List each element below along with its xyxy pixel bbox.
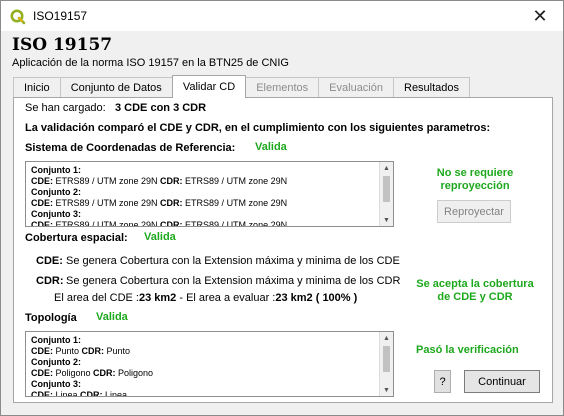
list-item-cde-label: CDE: [31, 176, 53, 186]
list-item-values: CDE: Punto CDR: Punto [31, 346, 376, 357]
loaded-value: 3 CDE con 3 CDR [115, 102, 207, 114]
topology-note: Pasó la verificación [416, 344, 519, 356]
window-title: ISO19157 [33, 9, 88, 23]
continue-button[interactable]: Continuar [464, 370, 540, 393]
list-item-cde: ETRS89 / UTM zone 29N [53, 220, 161, 227]
list-item-set: Conjunto 2: [31, 187, 81, 197]
scroll-up-icon[interactable]: ▲ [380, 162, 393, 174]
crs-status: Valida [255, 141, 287, 153]
topology-scrollbar[interactable]: ▲ ▼ [379, 332, 393, 396]
coverage-note-line1: Se acepta la cobertura [416, 278, 534, 290]
tab-conjunto-de-datos[interactable]: Conjunto de Datos [59, 77, 173, 98]
validation-panel: Se han cargado: 3 CDE con 3 CDR La valid… [13, 97, 553, 403]
list-item-cde: ETRS89 / UTM zone 29N [53, 198, 161, 208]
close-button[interactable]: ✕ [517, 1, 563, 31]
list-item-values: CDE: ETRS89 / UTM zone 29N CDR: ETRS89 /… [31, 220, 376, 227]
list-item-cde: ETRS89 / UTM zone 29N [53, 176, 161, 186]
crs-list[interactable]: Conjunto 1: CDE: ETRS89 / UTM zone 29N CD… [25, 161, 394, 227]
page-title: ISO 19157 [12, 35, 113, 55]
scroll-down-icon[interactable]: ▼ [380, 384, 393, 396]
tab-evaluacion: Evaluación [318, 77, 394, 98]
validation-summary: La validación comparó el CDE y CDR, en e… [25, 122, 491, 134]
topology-status: Valida [96, 311, 128, 323]
tab-bar: Inicio Conjunto de Datos Validar CD Elem… [13, 75, 471, 98]
list-item-cde: Linea [53, 390, 81, 397]
title-bar: ISO19157 ✕ [1, 1, 563, 31]
list-item-cdr: ETRS89 / UTM zone 29N [182, 198, 288, 208]
coverage-status: Valida [144, 231, 176, 243]
list-item-cde: Punto [53, 346, 82, 356]
list-item-cdr: ETRS89 / UTM zone 29N [182, 176, 288, 186]
list-item-cdr-label: CDR: [93, 368, 116, 378]
tab-resultados[interactable]: Resultados [393, 77, 471, 98]
list-item-cdr: ETRS89 / UTM zone 29N [182, 220, 288, 227]
list-item-values: CDE: ETRS89 / UTM zone 29N CDR: ETRS89 /… [31, 176, 376, 187]
coverage-cdr-text: Se genera Cobertura con la Extension máx… [66, 275, 401, 287]
page-subtitle: Aplicación de la norma ISO 19157 en la B… [12, 57, 289, 69]
list-item-values: CDE: ETRS89 / UTM zone 29N CDR: ETRS89 /… [31, 198, 376, 209]
area-separator: - El area a evaluar : [176, 292, 276, 304]
help-button[interactable]: ? [434, 370, 451, 393]
list-item-cdr-label: CDR: [160, 220, 183, 227]
coverage-cdr-label: CDR: [36, 275, 64, 287]
list-item-set: Conjunto 2: [31, 357, 81, 367]
list-item-set: Conjunto 3: [31, 209, 81, 219]
close-icon[interactable]: ✕ [532, 6, 547, 27]
coverage-area-line: El area del CDE :23 km2 - El area a eval… [54, 292, 357, 304]
area-cde-label: El area del CDE : [54, 292, 139, 304]
crs-label: Sistema de Coordenadas de Referencia: [25, 142, 236, 154]
coverage-label: Cobertura espacial: [25, 232, 128, 244]
list-item-cde: Poligono [53, 368, 94, 378]
list-item-set: Conjunto 3: [31, 379, 81, 389]
area-eval-value: 23 km2 ( 100% ) [275, 292, 358, 304]
list-item-cde-label: CDE: [31, 390, 53, 397]
list-item-values: CDE: Linea CDR: Linea [31, 390, 376, 397]
scroll-up-icon[interactable]: ▲ [380, 332, 393, 344]
crs-note: No se requiere reproyección [414, 167, 536, 193]
scroll-down-icon[interactable]: ▼ [380, 214, 393, 226]
crs-scrollbar[interactable]: ▲ ▼ [379, 162, 393, 226]
qgis-logo-icon [10, 9, 26, 25]
loaded-label: Se han cargado: [25, 102, 106, 114]
tab-elementos: Elementos [245, 77, 320, 98]
list-item-cdr-label: CDR: [81, 346, 105, 356]
coverage-note: Se acepta la cobertura de CDE y CDR [402, 278, 548, 304]
topology-label: Topología [25, 312, 77, 324]
topology-list[interactable]: Conjunto 1: CDE: Punto CDR: Punto Conjunto… [25, 331, 394, 397]
tab-validar-cd[interactable]: Validar CD [171, 75, 247, 98]
reproject-button: Reproyectar [437, 200, 511, 223]
crs-list-content: Conjunto 1: CDE: ETRS89 / UTM zone 29N CD… [31, 165, 376, 227]
scroll-thumb[interactable] [383, 346, 390, 372]
list-item-cdr-label: CDR: [80, 390, 103, 397]
list-item-cde-label: CDE: [31, 346, 53, 356]
list-item-set: Conjunto 1: [31, 335, 81, 345]
list-item-cdr: Poligono [115, 368, 154, 378]
list-item-values: CDE: Poligono CDR: Poligono [31, 368, 376, 379]
coverage-cde-label: CDE: [36, 255, 63, 267]
crs-note-line1: No se requiere [436, 167, 514, 179]
list-item-cdr: Punto [104, 346, 131, 356]
list-item-cdr-label: CDR: [160, 198, 183, 208]
list-item-cdr-label: CDR: [160, 176, 183, 186]
area-cde-value: 23 km2 [138, 292, 177, 304]
list-item-set: Conjunto 1: [31, 165, 81, 175]
crs-note-line2: reproyección [440, 180, 510, 192]
coverage-cde-text: Se genera Cobertura con la Extension máx… [66, 255, 400, 267]
topology-list-content: Conjunto 1: CDE: Punto CDR: Punto Conjunto… [31, 335, 376, 397]
list-item-cde-label: CDE: [31, 198, 53, 208]
tab-inicio[interactable]: Inicio [13, 77, 61, 98]
scroll-thumb[interactable] [383, 176, 390, 202]
list-item-cde-label: CDE: [31, 368, 53, 378]
coverage-note-line2: de CDE y CDR [437, 291, 513, 303]
list-item-cde-label: CDE: [31, 220, 53, 227]
dialog-window: ISO19157 ✕ ISO 19157 Aplicación de la no… [0, 0, 564, 416]
list-item-cdr: Linea [102, 390, 128, 397]
